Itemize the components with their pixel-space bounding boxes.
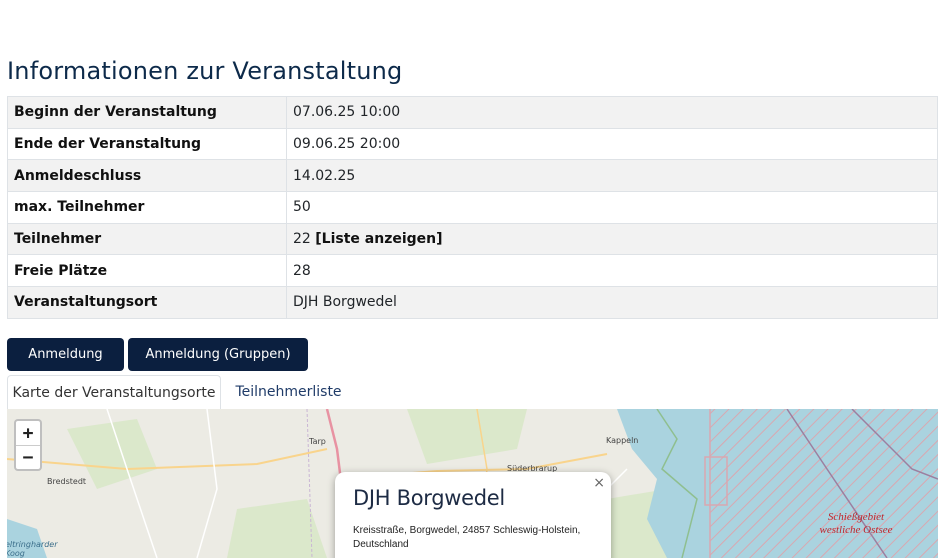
popup-address-line: Deutschland <box>353 539 409 550</box>
row-label: Veranstaltungsort <box>7 286 287 319</box>
table-row: Freie Plätze 28 <box>7 254 938 288</box>
table-row: Veranstaltungsort DJH Borgwedel <box>7 286 938 319</box>
anmeldung-gruppen-button[interactable]: Anmeldung (Gruppen) <box>128 338 308 371</box>
row-label: Teilnehmer <box>7 222 287 256</box>
row-value: 50 <box>286 191 938 224</box>
show-list-link[interactable]: [Liste anzeigen] <box>315 231 442 247</box>
table-row: Beginn der Veranstaltung 07.06.25 10:00 <box>7 96 938 129</box>
participant-count: 22 <box>293 231 311 248</box>
table-row: Ende der Veranstaltung 09.06.25 20:00 <box>7 127 938 161</box>
zoom-in-button[interactable]: + <box>16 421 40 445</box>
restricted-area-label: Schießgebiet westliche Ostsee <box>819 511 893 536</box>
row-value: 07.06.25 10:00 <box>286 96 938 129</box>
row-label: Anmeldeschluss <box>7 159 287 193</box>
zoom-control: + − <box>14 419 42 471</box>
event-map[interactable]: + − Tarp Kappeln Süderbrarup Bredstedt e… <box>7 409 938 558</box>
event-info-table: Beginn der Veranstaltung 07.06.25 10:00 … <box>7 96 938 319</box>
zoom-out-button[interactable]: − <box>16 445 40 469</box>
row-value: 09.06.25 20:00 <box>286 127 938 161</box>
page-title: Informationen zur Veranstaltung <box>7 57 403 85</box>
table-row: max. Teilnehmer 50 <box>7 191 938 224</box>
tab-map[interactable]: Karte der Veranstaltungsorte <box>7 375 221 409</box>
popup-address-line: Kreisstraße, Borgwedel, 24857 Schleswig-… <box>353 525 581 536</box>
tab-bar: Karte der Veranstaltungsorte Teilnehmerl… <box>7 375 938 409</box>
row-value: 28 <box>286 254 938 288</box>
map-label-kappeln: Kappeln <box>606 436 639 445</box>
popup-address: Kreisstraße, Borgwedel, 24857 Schleswig-… <box>353 524 593 552</box>
anmeldung-button[interactable]: Anmeldung <box>7 338 124 371</box>
row-label: Freie Plätze <box>7 254 287 288</box>
row-value: 22 [Liste anzeigen] <box>286 222 938 256</box>
close-icon[interactable]: × <box>593 475 605 491</box>
table-row: Teilnehmer 22 [Liste anzeigen] <box>7 222 938 256</box>
map-label-bredstedt: Bredstedt <box>47 477 87 486</box>
row-value: DJH Borgwedel <box>286 286 938 319</box>
row-label: max. Teilnehmer <box>7 191 287 224</box>
tab-participant-list[interactable]: Teilnehmerliste <box>221 375 356 409</box>
row-value: 14.02.25 <box>286 159 938 193</box>
table-row: Anmeldeschluss 14.02.25 <box>7 159 938 193</box>
map-label-tarp: Tarp <box>309 437 326 446</box>
map-label-koog: eltringharder Koog <box>7 540 58 558</box>
row-label: Ende der Veranstaltung <box>7 127 287 161</box>
row-label: Beginn der Veranstaltung <box>7 96 287 129</box>
popup-title: DJH Borgwedel <box>353 486 505 510</box>
location-popup: × DJH Borgwedel Kreisstraße, Borgwedel, … <box>335 472 611 558</box>
